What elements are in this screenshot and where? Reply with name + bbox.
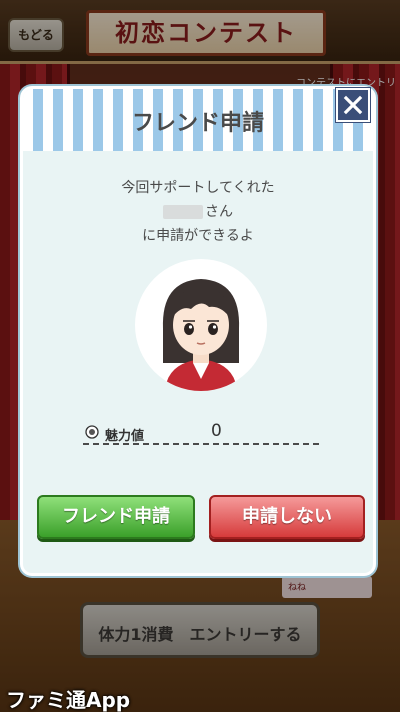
decline-button[interactable]: 申請しない	[209, 495, 365, 539]
close-button[interactable]	[336, 88, 370, 122]
message-line-3: に申請ができるよ	[142, 228, 254, 244]
watermark-logo: ファミ通App	[6, 688, 131, 712]
message-line-2: さん	[23, 201, 373, 221]
avatar-portrait	[162, 279, 240, 391]
dialog-header: フレンド申請	[23, 89, 373, 151]
charm-row: 魅力値 0	[83, 421, 319, 445]
friend-avatar	[135, 259, 267, 391]
close-icon	[343, 95, 363, 115]
message-line-1: 今回サポートしてくれた	[121, 180, 275, 196]
charm-label: 魅力値	[105, 429, 145, 444]
blurred-username	[163, 205, 203, 219]
charm-value: 0	[211, 421, 222, 441]
message-line-2-suffix: さん	[205, 204, 233, 220]
dialog-title: フレンド申請	[131, 111, 264, 136]
friend-request-dialog: フレンド申請 今回サポートしてくれた さん に申請ができるよ 魅力値 0 フレン…	[20, 86, 376, 576]
friend-request-button[interactable]: フレンド申請	[37, 495, 195, 539]
charm-icon	[85, 425, 99, 439]
